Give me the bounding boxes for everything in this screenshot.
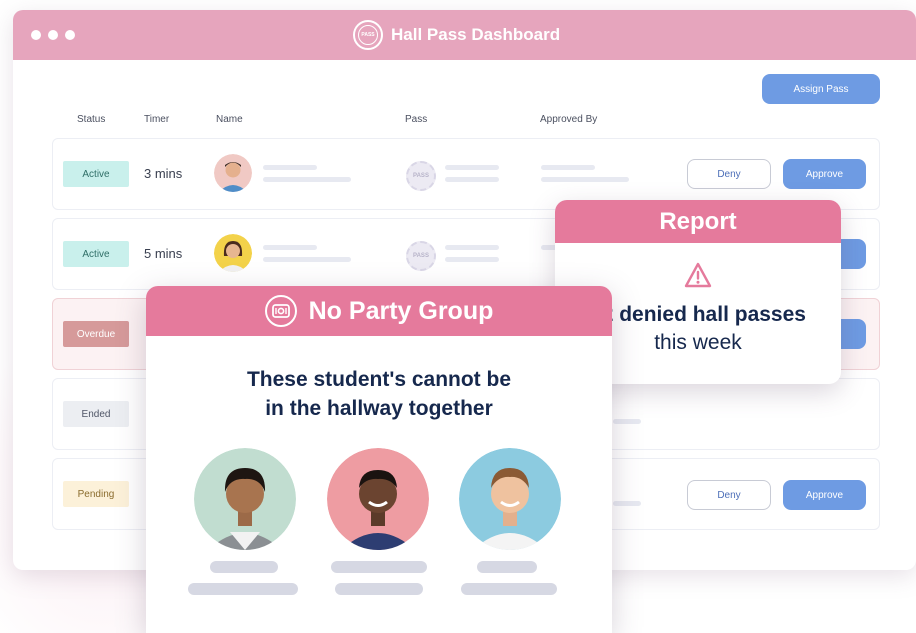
status-badge: Pending <box>63 481 129 507</box>
student-avatar <box>459 448 561 550</box>
report-title: Report <box>555 200 841 243</box>
placeholder-pill <box>477 561 537 573</box>
placeholder-line <box>541 177 629 182</box>
placeholder-pill <box>188 583 298 595</box>
column-header-status[interactable]: Status <box>77 114 105 125</box>
timer-value: 5 mins <box>144 246 183 261</box>
window-dot-icon[interactable] <box>31 30 41 40</box>
status-badge: Overdue <box>63 321 129 347</box>
status-badge: Active <box>63 161 129 187</box>
group-message-line1: These student's cannot be <box>246 368 512 391</box>
placeholder-line <box>445 245 499 250</box>
status-badge: Ended <box>63 401 129 427</box>
placeholder-line <box>263 165 317 170</box>
deny-button[interactable]: Deny <box>687 159 771 189</box>
app-title: Hall Pass Dashboard <box>391 25 561 44</box>
window-controls[interactable] <box>31 30 75 40</box>
placeholder-line <box>613 501 641 506</box>
placeholder-line <box>263 257 351 262</box>
placeholder-line <box>445 177 499 182</box>
assign-pass-button[interactable]: Assign Pass <box>762 74 880 104</box>
window-dot-icon[interactable] <box>65 30 75 40</box>
approve-button[interactable]: Approve <box>783 159 866 189</box>
placeholder-pill <box>331 561 427 573</box>
placeholder-line <box>445 257 499 262</box>
placeholder-line <box>263 245 317 250</box>
no-party-group-title: No Party Group <box>308 296 494 325</box>
placeholder-line <box>263 177 351 182</box>
placeholder-line <box>445 165 499 170</box>
column-header-name[interactable]: Name <box>216 114 243 125</box>
placeholder-line <box>613 419 641 424</box>
no-party-group-header: No Party Group <box>146 286 612 336</box>
group-message-line2: in the hallway together <box>265 397 493 420</box>
window-dot-icon[interactable] <box>48 30 58 40</box>
column-header-timer[interactable]: Timer <box>144 114 169 125</box>
pass-logo-icon: PASS <box>353 20 383 50</box>
approve-button-partial[interactable] <box>839 319 866 349</box>
title-group: PASS Hall Pass Dashboard <box>353 20 560 50</box>
placeholder-pill <box>335 583 423 595</box>
avatar <box>214 234 252 272</box>
timer-value: 3 mins <box>144 166 183 181</box>
placeholder-pill <box>210 561 278 573</box>
pass-badge-icon: PASS <box>406 241 436 271</box>
title-bar: PASS Hall Pass Dashboard <box>13 10 916 60</box>
placeholder-line <box>541 165 595 170</box>
logo-text: PASS <box>358 25 378 45</box>
student-avatar <box>327 448 429 550</box>
student-avatar <box>194 448 296 550</box>
avatar <box>214 154 252 192</box>
pass-badge-icon: PASS <box>406 161 436 191</box>
warning-icon <box>684 262 712 288</box>
column-header-approved-by[interactable]: Approved By <box>540 114 597 125</box>
column-header-pass[interactable]: Pass <box>405 114 427 125</box>
approve-button[interactable]: Approve <box>783 480 866 510</box>
deny-button[interactable]: Deny <box>687 480 771 510</box>
placeholder-pill <box>461 583 557 595</box>
status-badge: Active <box>63 241 129 267</box>
no-party-group-card: No Party Group These student's cannot be… <box>146 286 612 633</box>
no-party-group-icon <box>264 295 297 327</box>
approve-button-partial[interactable] <box>839 239 866 269</box>
